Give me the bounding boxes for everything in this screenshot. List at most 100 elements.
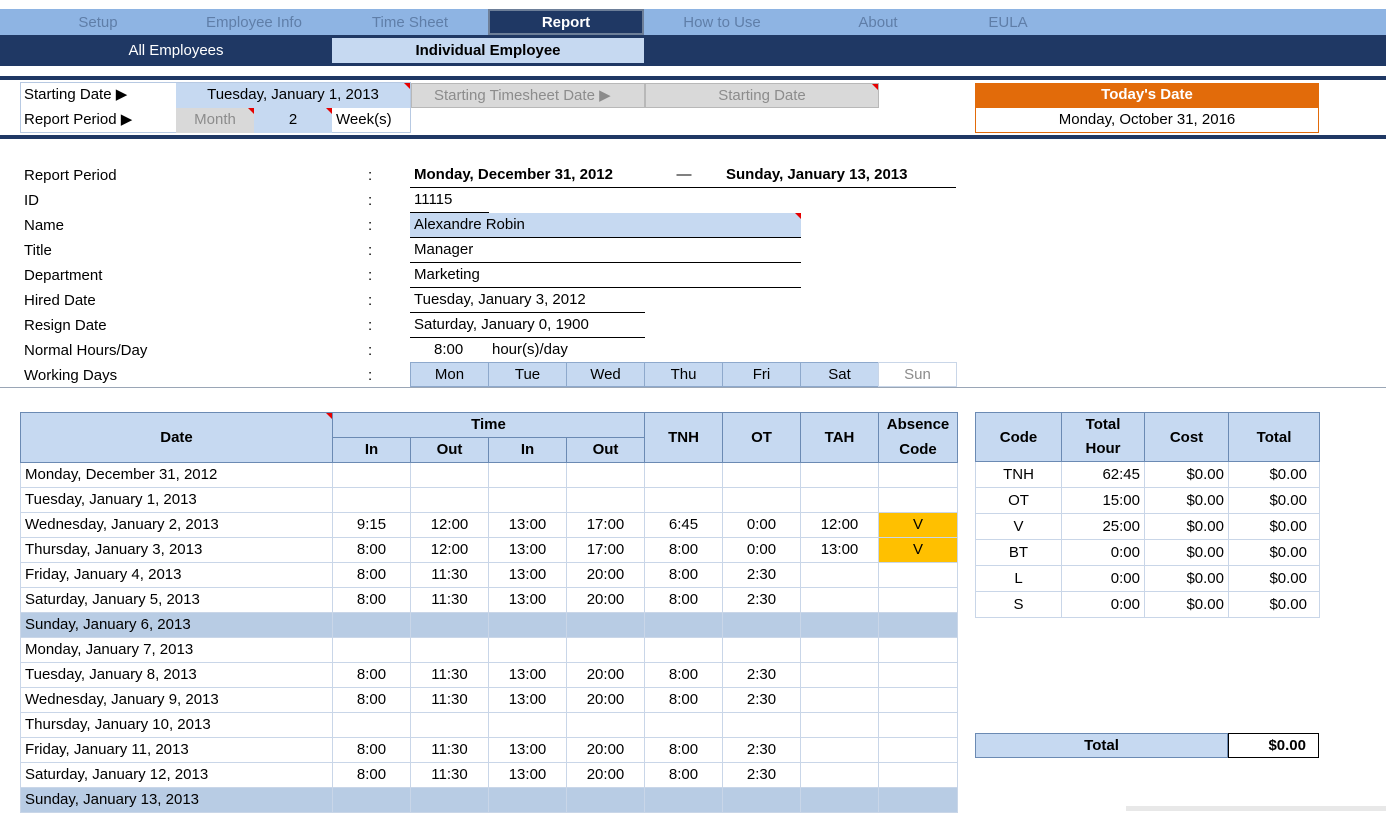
colon: : — [368, 192, 373, 209]
grand-total-value: $0.00 — [1228, 733, 1319, 758]
absence-code-cell — [878, 612, 958, 638]
main-nav: Setup Employee Info Time Sheet Report Ho… — [0, 9, 1386, 35]
out-1-cell: 11:30 — [410, 687, 489, 713]
in-2-cell: 13:00 — [488, 537, 567, 563]
table-row: Thursday, January 10, 2013 — [20, 712, 958, 738]
tnh-cell: 8:00 — [644, 662, 723, 688]
tnh-cell: 8:00 — [644, 737, 723, 763]
summary-header-code: Code — [975, 412, 1062, 462]
period-count-field[interactable]: 2 — [254, 108, 332, 133]
in-1-cell: 8:00 — [332, 762, 411, 788]
period-start: Monday, December 31, 2012 — [414, 166, 613, 183]
table-row: Tuesday, January 8, 2013 8:00 11:30 13:00 20… — [20, 662, 958, 688]
table-row: Sunday, January 13, 2013 — [20, 787, 958, 813]
info-label-resign-date: Resign Date — [24, 317, 107, 334]
tab-setup[interactable]: Setup — [20, 9, 176, 35]
summary-header-cost: Cost — [1144, 412, 1229, 462]
summary-cost-cell: $0.00 — [1144, 487, 1229, 514]
date-cell: Saturday, January 12, 2013 — [20, 762, 333, 788]
tnh-cell — [644, 637, 723, 663]
working-day-thu: Thu — [644, 362, 723, 387]
working-day-tue: Tue — [488, 362, 567, 387]
colon: : — [368, 267, 373, 284]
ot-cell: 2:30 — [722, 737, 801, 763]
date-cell: Thursday, January 3, 2013 — [20, 537, 333, 563]
summary-total-cell: $0.00 — [1228, 513, 1320, 540]
absence-code-cell — [878, 587, 958, 613]
absence-code-cell — [878, 687, 958, 713]
out-2-cell: 17:00 — [566, 537, 645, 563]
working-day-mon: Mon — [410, 362, 489, 387]
colon: : — [368, 217, 373, 234]
out-1-cell — [410, 637, 489, 663]
in-2-cell: 13:00 — [488, 662, 567, 688]
in-1-cell: 8:00 — [332, 587, 411, 613]
horizontal-scrollbar[interactable] — [1126, 806, 1386, 811]
period-dash: — — [676, 166, 692, 183]
tab-how-to-use[interactable]: How to Use — [644, 9, 800, 35]
tnh-cell: 8:00 — [644, 687, 723, 713]
in-1-cell — [332, 612, 411, 638]
in-1-cell: 8:00 — [332, 537, 411, 563]
in-2-cell: 13:00 — [488, 762, 567, 788]
in-1-cell — [332, 712, 411, 738]
absence-code-cell: V — [878, 537, 958, 563]
tah-cell — [800, 462, 879, 488]
tah-cell — [800, 587, 879, 613]
out-2-cell — [566, 462, 645, 488]
tab-eula[interactable]: EULA — [956, 9, 1060, 35]
absence-code-cell — [878, 637, 958, 663]
date-cell: Tuesday, January 1, 2013 — [20, 487, 333, 513]
summary-hour-cell: 0:00 — [1061, 565, 1145, 592]
out-2-cell — [566, 637, 645, 663]
summary-total-cell: $0.00 — [1228, 591, 1320, 618]
report-period-label: Report Period ▶ — [24, 111, 133, 128]
date-cell: Sunday, January 6, 2013 — [20, 612, 333, 638]
tnh-cell — [644, 462, 723, 488]
table-row: Thursday, January 3, 2013 8:00 12:00 13:00 1… — [20, 537, 958, 563]
out-1-cell: 11:30 — [410, 662, 489, 688]
summary-header-total-hour-line2: Hour — [1085, 440, 1121, 457]
summary-hour-cell: 62:45 — [1061, 461, 1145, 488]
summary-total-cell: $0.00 — [1228, 565, 1320, 592]
divider — [0, 135, 1386, 139]
in-2-cell — [488, 787, 567, 813]
tah-cell — [800, 712, 879, 738]
employee-name-select[interactable]: Alexandre Robin — [410, 213, 801, 238]
period-unit-select[interactable]: Month — [176, 108, 254, 133]
colon: : — [368, 317, 373, 334]
tab-employee-info[interactable]: Employee Info — [176, 9, 332, 35]
starting-date-field[interactable]: Tuesday, January 1, 2013 — [176, 83, 410, 108]
tab-time-sheet[interactable]: Time Sheet — [332, 9, 488, 35]
tab-report[interactable]: Report — [488, 9, 644, 35]
ot-cell: 0:00 — [722, 537, 801, 563]
colon: : — [368, 367, 373, 384]
colon: : — [368, 342, 373, 359]
header-time: Time — [332, 412, 645, 438]
in-2-cell: 13:00 — [488, 737, 567, 763]
header-tnh: TNH — [644, 412, 723, 463]
in-2-cell: 13:00 — [488, 512, 567, 538]
header-tah: TAH — [800, 412, 879, 463]
summary-total-cell: $0.00 — [1228, 461, 1320, 488]
colon: : — [368, 167, 373, 184]
in-2-cell — [488, 487, 567, 513]
out-2-cell — [566, 712, 645, 738]
tah-cell — [800, 737, 879, 763]
out-1-cell: 11:30 — [410, 587, 489, 613]
ot-cell: 2:30 — [722, 662, 801, 688]
summary-row: TNH 62:45 $0.00 $0.00 — [975, 461, 1320, 488]
subtab-individual-employee[interactable]: Individual Employee — [332, 38, 644, 63]
tah-cell — [800, 687, 879, 713]
in-2-cell — [488, 462, 567, 488]
ot-cell — [722, 787, 801, 813]
tab-about[interactable]: About — [800, 9, 956, 35]
starting-timesheet-select[interactable]: Starting Date — [645, 83, 879, 108]
out-2-cell — [566, 612, 645, 638]
summary-header-total: Total — [1228, 412, 1320, 462]
ot-cell — [722, 612, 801, 638]
divider — [0, 387, 1386, 388]
subtab-all-employees[interactable]: All Employees — [20, 38, 332, 63]
ot-cell: 2:30 — [722, 587, 801, 613]
working-day-fri: Fri — [722, 362, 801, 387]
